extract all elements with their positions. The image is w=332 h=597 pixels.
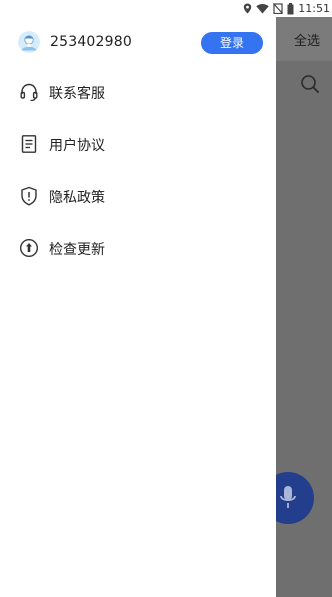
microphone-icon (280, 486, 296, 508)
location-icon (244, 3, 252, 14)
menu-item-label: 联系客服 (49, 86, 105, 102)
menu-item-privacy-policy[interactable]: 隐私政策 (0, 176, 276, 216)
navigation-drawer: 253402980 登录 联系客服 用户协议 隐私政策 检查更新 (0, 17, 276, 597)
wifi-icon (256, 3, 269, 14)
menu-item-check-update[interactable]: 检查更新 (0, 228, 276, 268)
search-icon[interactable] (300, 74, 320, 94)
status-time: 11:51 (298, 2, 330, 15)
menu-item-label: 检查更新 (49, 242, 105, 258)
user-id: 253402980 (50, 34, 132, 50)
menu-item-contact-support[interactable]: 联系客服 (0, 72, 276, 112)
menu-item-label: 隐私政策 (49, 190, 105, 206)
status-bar: 11:51 (0, 0, 332, 17)
status-icons: 11:51 (243, 1, 330, 16)
menu-item-label: 用户协议 (49, 138, 105, 154)
document-icon (21, 135, 37, 153)
headset-icon (20, 83, 38, 102)
app-screen: 11:51 全选 253402980 登录 联系客服 用户协议 隐私政策 检查更… (0, 0, 332, 597)
background-app-overlay[interactable]: 全选 (262, 0, 332, 597)
menu-item-user-agreement[interactable]: 用户协议 (0, 124, 276, 164)
update-icon (19, 238, 39, 258)
profile-row: 253402980 登录 (0, 29, 276, 59)
login-button[interactable]: 登录 (201, 32, 263, 54)
user-avatar-icon[interactable] (18, 31, 40, 53)
battery-icon (287, 2, 294, 14)
select-all-button[interactable]: 全选 (294, 30, 320, 49)
shield-icon (21, 186, 37, 206)
no-sim-icon (273, 3, 284, 14)
